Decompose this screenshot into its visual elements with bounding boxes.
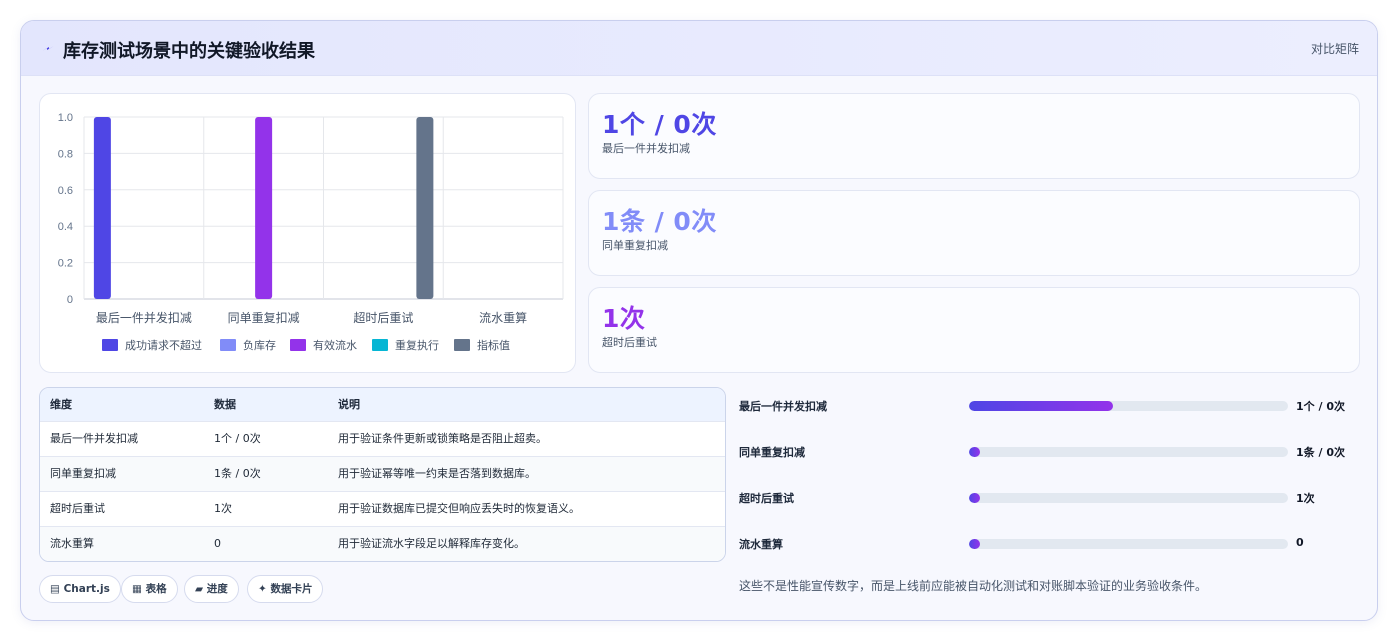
cell-description: 用于验证数据库已提交但响应丢失时的恢复语义。 [338, 502, 580, 515]
table-row: 同单重复扣减 1条 / 0次 用于验证幂等唯一约束是否落到数据库。 [40, 457, 725, 492]
y-tick-label: 0.8 [58, 148, 73, 160]
progress-fill [969, 493, 981, 503]
bolt-icon [42, 46, 54, 51]
legend-swatch [372, 339, 388, 351]
cell-data: 0 [214, 537, 221, 550]
progress-track [969, 539, 1288, 549]
bar [255, 117, 273, 299]
stat-card: 1个 / 0次最后一件并发扣减 [588, 93, 1360, 179]
bar [93, 117, 111, 299]
stat-card: 1次超时后重试 [588, 287, 1360, 373]
bar [416, 117, 434, 299]
progress-track [969, 493, 1288, 503]
y-tick-label: 0 [67, 294, 73, 306]
x-tick-label: 同单重复扣减 [228, 311, 300, 325]
y-tick-label: 0.6 [58, 185, 73, 197]
progress-fill [969, 539, 981, 549]
column-header-dimension: 维度 [50, 398, 72, 411]
legend-swatch [102, 339, 118, 351]
results-table: 维度 数据 说明 最后一件并发扣减 1个 / 0次 用于验证条件更新或锁策略是否阻止… [39, 387, 726, 562]
table-header-row: 维度 数据 说明 [40, 388, 725, 422]
bar-chart: 1.0 0.8 0.6 0.4 0.2 0 最后一件并发扣减 同单重复扣减 超时后重试 流水重算成… [58, 112, 564, 352]
y-tick-label: 0.2 [58, 258, 73, 270]
legend-label: 成功请求不超过 [125, 338, 202, 352]
legend-swatch [220, 339, 236, 351]
progress-fill [969, 447, 981, 457]
stat-value: 1次 [602, 304, 646, 333]
compare-matrix-link[interactable]: 对比矩阵 [1311, 40, 1359, 57]
progress-value: 0 [1296, 536, 1304, 549]
tag-table[interactable]: ▦ 表格 [121, 575, 178, 603]
progress-label: 超时后重试 [739, 492, 794, 505]
x-tick-label: 流水重算 [479, 310, 527, 325]
panel-title: 库存测试场景中的关键验收结果 [63, 41, 315, 62]
legend-label: 指标值 [477, 338, 510, 352]
progress-row: 流水重算 0 [739, 534, 1359, 554]
progress-value: 1次 [1296, 492, 1315, 505]
legend-label: 负库存 [243, 338, 276, 352]
tag-chartjs[interactable]: ▤ Chart.js [39, 575, 121, 603]
progress-label: 同单重复扣减 [739, 446, 805, 459]
bar-chart-card: 1.0 0.8 0.6 0.4 0.2 0 最后一件并发扣减 同单重复扣减 超时后重试 流水重算成… [39, 93, 576, 373]
progress-row: 最后一件并发扣减 1个 / 0次 [739, 396, 1359, 416]
y-tick-label: 0.4 [58, 221, 73, 233]
tag-progress[interactable]: ▰ 进度 [184, 575, 239, 603]
cell-dimension: 流水重算 [50, 537, 94, 550]
legend-label: 重复执行 [395, 338, 439, 352]
table-row: 超时后重试 1次 用于验证数据库已提交但响应丢失时的恢复语义。 [40, 492, 725, 527]
progress-label: 最后一件并发扣减 [739, 400, 827, 413]
legend-swatch [454, 339, 470, 351]
cell-description: 用于验证幂等唯一约束是否落到数据库。 [338, 467, 536, 480]
progress-label: 流水重算 [739, 538, 783, 551]
cell-dimension: 同单重复扣减 [50, 467, 116, 480]
stat-label: 同单重复扣减 [602, 239, 668, 252]
cell-data: 1条 / 0次 [214, 467, 261, 480]
cell-dimension: 最后一件并发扣减 [50, 432, 138, 445]
footnote: 这些不是性能宣传数字，而是上线前应能被自动化测试和对账脚本验证的业务验收条件。 [739, 579, 1208, 593]
progress-row: 同单重复扣减 1条 / 0次 [739, 442, 1359, 462]
progress-track [969, 401, 1288, 411]
y-tick-label: 1.0 [58, 112, 73, 124]
legend-label: 有效流水 [313, 338, 357, 352]
results-panel: 库存测试场景中的关键验收结果 对比矩阵 1.0 0.8 0.6 0.4 0.2 0 最后一件… [20, 20, 1378, 621]
legend-swatch [290, 339, 306, 351]
stat-value: 1个 / 0次 [602, 110, 717, 139]
x-tick-label: 超时后重试 [353, 310, 413, 325]
cell-dimension: 超时后重试 [50, 502, 105, 515]
column-header-data: 数据 [214, 398, 236, 411]
cell-description: 用于验证条件更新或锁策略是否阻止超卖。 [338, 432, 547, 445]
panel-header: 库存测试场景中的关键验收结果 对比矩阵 [21, 21, 1377, 76]
x-tick-label: 最后一件并发扣减 [96, 310, 192, 325]
progress-value: 1条 / 0次 [1296, 446, 1345, 459]
table-row: 流水重算 0 用于验证流水字段足以解释库存变化。 [40, 527, 725, 561]
progress-fill [969, 401, 1113, 411]
progress-value: 1个 / 0次 [1296, 400, 1345, 413]
table-row: 最后一件并发扣减 1个 / 0次 用于验证条件更新或锁策略是否阻止超卖。 [40, 422, 725, 457]
cell-description: 用于验证流水字段足以解释库存变化。 [338, 537, 525, 550]
cell-data: 1个 / 0次 [214, 432, 261, 445]
tag-data-cards[interactable]: ✦ 数据卡片 [247, 575, 324, 603]
stat-label: 最后一件并发扣减 [602, 142, 690, 155]
column-header-description: 说明 [338, 398, 360, 411]
stat-value: 1条 / 0次 [602, 207, 717, 236]
progress-track [969, 447, 1288, 457]
cell-data: 1次 [214, 502, 232, 515]
progress-row: 超时后重试 1次 [739, 488, 1359, 508]
stat-label: 超时后重试 [602, 336, 657, 349]
stat-card: 1条 / 0次同单重复扣减 [588, 190, 1360, 276]
